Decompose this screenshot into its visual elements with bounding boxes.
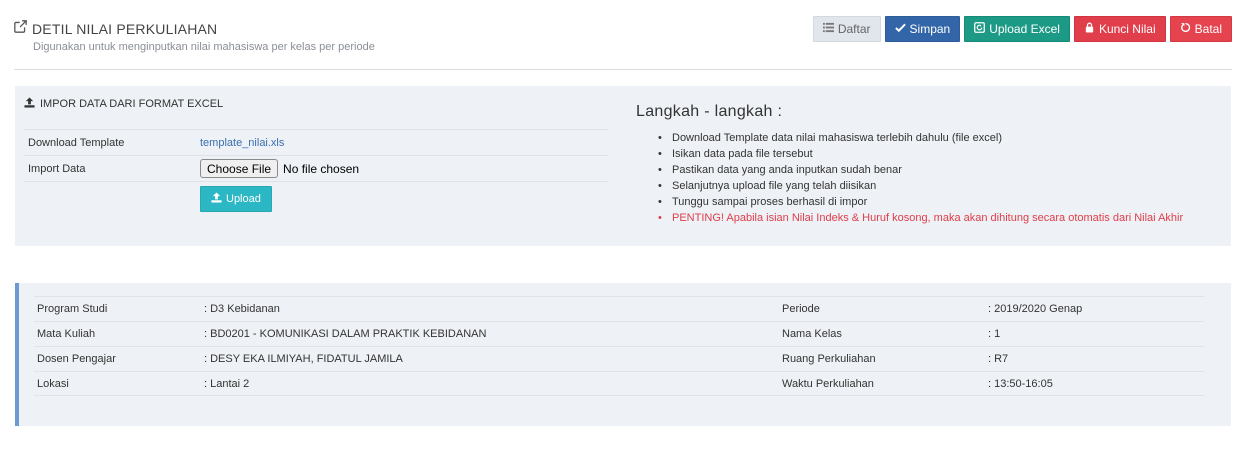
import-form: Download Template template_nilai.xls Imp… xyxy=(24,129,608,221)
choose-file-button[interactable]: Choose File xyxy=(200,159,279,178)
info-row: Lokasi : Lantai 2 Waktu Perkuliahan : 13… xyxy=(34,371,1204,396)
info-value: : 2019/2020 Genap xyxy=(988,303,1083,315)
info-value: : 1 xyxy=(988,328,1001,340)
cancel-button-label: Batal xyxy=(1194,22,1222,36)
title-row: DETIL NILAI PERKULIAHAN xyxy=(14,20,217,38)
info-row: Program Studi : D3 Kebidanan Periode : 2… xyxy=(34,296,1204,321)
step-item: Selanjutnya upload file yang telah diisi… xyxy=(658,178,1231,194)
lock-icon xyxy=(1084,22,1095,36)
upload-icon xyxy=(211,192,222,206)
save-button-label: Simpan xyxy=(909,22,951,36)
external-link-icon xyxy=(14,20,27,38)
info-label: Lokasi xyxy=(37,377,69,390)
info-label: Periode xyxy=(782,303,820,315)
info-value: : D3 Kebidanan xyxy=(204,303,280,315)
info-label: Program Studi xyxy=(37,303,108,315)
info-label: Ruang Perkuliahan xyxy=(782,353,876,365)
upload-button[interactable]: Upload xyxy=(200,186,272,212)
step-item: Download Template data nilai mahasiswa t… xyxy=(658,130,1231,146)
check-icon xyxy=(894,22,906,36)
info-row: Mata Kuliah : BD0201 - KOMUNIKASI DALAM … xyxy=(34,321,1204,346)
undo-icon xyxy=(1180,22,1191,36)
info-value: : Lantai 2 xyxy=(204,377,250,390)
import-title-text: IMPOR DATA DARI FORMAT EXCEL xyxy=(40,98,224,110)
import-title: IMPOR DATA DARI FORMAT EXCEL xyxy=(24,97,223,111)
refresh-icon xyxy=(974,22,986,36)
lock-grades-button-label: Kunci Nilai xyxy=(1098,22,1156,36)
step-item: Pastikan data yang anda inputkan sudah b… xyxy=(658,162,1231,178)
template-label: Download Template xyxy=(28,136,125,149)
save-button[interactable]: Simpan xyxy=(884,16,961,42)
lock-grades-button[interactable]: Kunci Nilai xyxy=(1073,16,1166,42)
info-label: Nama Kelas xyxy=(782,328,842,340)
info-label: Waktu Perkuliahan xyxy=(782,377,874,390)
import-label: Import Data xyxy=(28,162,86,175)
list-button-label: Daftar xyxy=(837,22,871,36)
page-subtitle: Digunakan untuk menginputkan nilai mahas… xyxy=(33,41,375,53)
info-value: : BD0201 - KOMUNIKASI DALAM PRAKTIK KEBI… xyxy=(204,328,487,340)
upload-excel-button[interactable]: Upload Excel xyxy=(964,16,1070,42)
page-header: DETIL NILAI PERKULIAHAN Digunakan untuk … xyxy=(0,0,1240,70)
course-info-panel: Program Studi : D3 Kebidanan Periode : 2… xyxy=(15,283,1231,426)
upload-row: Upload xyxy=(24,181,608,221)
action-bar: Daftar Simpan Upload Excel Kunci Nilai B… xyxy=(812,16,1232,42)
upload-excel-button-label: Upload Excel xyxy=(989,22,1060,36)
list-button[interactable]: Daftar xyxy=(812,16,881,42)
steps-list: Download Template data nilai mahasiswa t… xyxy=(636,130,1231,226)
info-value: : DESY EKA ILMIYAH, FIDATUL JAMILA xyxy=(204,353,403,365)
page-title: DETIL NILAI PERKULIAHAN xyxy=(32,21,218,37)
info-label: Mata Kuliah xyxy=(37,328,96,340)
upload-icon xyxy=(24,97,35,111)
file-status-text: No file chosen xyxy=(283,161,360,176)
info-value: : 13:50-16:05 xyxy=(988,377,1053,390)
upload-button-label: Upload xyxy=(226,193,261,205)
info-label: Dosen Pengajar xyxy=(37,353,116,365)
import-panel: IMPOR DATA DARI FORMAT EXCEL Download Te… xyxy=(15,86,1231,246)
step-item: Tunggu sampai proses berhasil di impor xyxy=(658,194,1231,210)
course-info-table: Program Studi : D3 Kebidanan Periode : 2… xyxy=(34,296,1204,396)
template-download-link[interactable]: template_nilai.xls xyxy=(200,137,284,149)
steps-title: Langkah - langkah : xyxy=(636,103,783,120)
step-warning: PENTING! Apabila isian Nilai Indeks & Hu… xyxy=(658,210,1231,226)
cancel-button[interactable]: Batal xyxy=(1169,16,1232,42)
steps-panel: Langkah - langkah : Download Template da… xyxy=(636,103,1231,226)
header-divider xyxy=(14,69,1232,70)
info-value: : R7 xyxy=(988,353,1009,365)
info-row: Dosen Pengajar : DESY EKA ILMIYAH, FIDAT… xyxy=(34,346,1204,371)
step-item: Isikan data pada file tersebut xyxy=(658,146,1231,162)
import-row: Import Data Choose File No file chosen xyxy=(24,155,608,181)
list-icon xyxy=(822,22,834,36)
template-row: Download Template template_nilai.xls xyxy=(24,129,608,155)
